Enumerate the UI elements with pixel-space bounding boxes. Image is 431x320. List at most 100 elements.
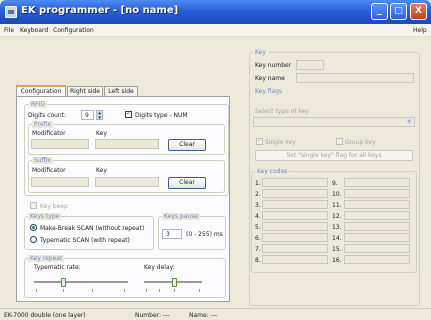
keys-pause-range: (0 - 255) ms (186, 231, 223, 238)
prefix-key-label: Key (96, 130, 107, 137)
suffix-modificator-label: Modificator (32, 167, 66, 174)
slider-tick (159, 289, 160, 292)
slider-tick (174, 289, 175, 292)
key-name-input[interactable] (296, 73, 414, 83)
set-single-key-flag-button[interactable]: Set "single key" flag for all keys (255, 150, 413, 161)
key-code-field[interactable] (344, 244, 410, 253)
key-code-field[interactable] (262, 200, 328, 209)
key-code-label: 8. (255, 257, 261, 264)
key-code-field[interactable] (344, 211, 410, 220)
typematic-rate-slider-thumb[interactable] (61, 278, 66, 287)
make-break-radio[interactable] (30, 224, 37, 231)
slider-tick (63, 289, 64, 292)
key-number-input[interactable] (296, 60, 324, 70)
key-number-label: Key number (255, 62, 292, 69)
key-delay-slider-thumb[interactable] (172, 278, 177, 287)
chevron-down-icon: ▼ (405, 119, 413, 125)
keys-type-group (24, 216, 154, 250)
key-code-label: 2. (255, 191, 261, 198)
key-code-field[interactable] (344, 233, 410, 242)
slider-tick (36, 289, 37, 292)
key-code-field[interactable] (344, 178, 410, 187)
keys-pause-input[interactable]: 3 (162, 229, 182, 239)
single-key-label: Single key (265, 139, 296, 146)
digits-count-input[interactable]: 9 (81, 110, 94, 120)
key-codes-legend: Key codes (255, 168, 290, 175)
title-bar[interactable]: EK programmer - [no name] _ □ X (0, 0, 431, 24)
key-code-field[interactable] (344, 189, 410, 198)
slider-tick (124, 289, 125, 292)
key-code-field[interactable] (344, 200, 410, 209)
close-button[interactable]: X (410, 3, 427, 20)
key-legend: Key (253, 49, 268, 56)
prefix-clear-button[interactable]: Clear (168, 139, 206, 151)
select-type-label: Select type of key (255, 108, 309, 115)
radio-selected-dot (32, 226, 35, 229)
menu-keyboard[interactable]: Keyboard (20, 27, 48, 34)
suffix-legend: Suffix (32, 157, 53, 164)
key-flags-label: Key flags (255, 88, 283, 95)
keys-type-legend: Keys type (28, 213, 62, 220)
group-key-checkbox[interactable] (336, 138, 343, 145)
suffix-modificator-input[interactable] (31, 177, 89, 187)
status-name: Name: --- (189, 312, 218, 319)
digits-type-label: Digits type - NUM (135, 112, 188, 119)
key-code-label: 7. (255, 246, 261, 253)
suffix-key-input[interactable] (95, 177, 159, 187)
status-device: EK-7000 double (one layer) (4, 312, 86, 319)
key-code-label: 11. (332, 202, 342, 209)
prefix-key-input[interactable] (95, 139, 159, 149)
key-code-field[interactable] (262, 211, 328, 220)
prefix-modificator-input[interactable] (31, 139, 89, 149)
key-code-label: 10. (332, 191, 342, 198)
key-code-field[interactable] (262, 222, 328, 231)
check-mark-icon: ✓ (257, 136, 263, 144)
typematic-label: Typematic SCAN (with repeat) (40, 237, 130, 244)
single-key-checkbox[interactable]: ✓ (256, 136, 263, 145)
key-code-label: 12. (332, 213, 342, 220)
key-code-field[interactable] (262, 178, 328, 187)
keys-pause-value: 3 (166, 231, 170, 238)
suffix-clear-button[interactable]: Clear (168, 177, 206, 189)
spin-down-icon: ▼ (98, 115, 102, 120)
menu-file[interactable]: File (4, 27, 14, 34)
typematic-radio[interactable] (30, 236, 37, 243)
app-window: EK programmer - [no name] _ □ X File Key… (0, 0, 431, 320)
digits-count-value: 9 (85, 112, 89, 119)
menu-configuration[interactable]: Configuration (53, 27, 94, 34)
key-code-label: 5. (255, 224, 261, 231)
keys-pause-legend: Keys pause (162, 213, 201, 220)
key-code-field[interactable] (344, 255, 410, 264)
maximize-button[interactable]: □ (390, 3, 407, 20)
status-bar: EK-7000 double (one layer) Number: --- N… (0, 308, 431, 320)
key-code-field[interactable] (344, 222, 410, 231)
key-beep-checkbox[interactable] (30, 202, 37, 209)
digits-count-spinner[interactable]: ▲ ▼ (96, 110, 103, 120)
key-code-field[interactable] (262, 244, 328, 253)
slider-tick (92, 289, 93, 292)
key-code-label: 14. (332, 235, 342, 242)
prefix-legend: Prefix (32, 121, 53, 128)
key-repeat-legend: Key repeat (28, 255, 65, 262)
key-code-field[interactable] (262, 233, 328, 242)
key-code-label: 15. (332, 246, 342, 253)
key-code-field[interactable] (262, 255, 328, 264)
prefix-modificator-label: Modificator (32, 130, 66, 137)
window-title: EK programmer - [no name] (21, 5, 179, 16)
menu-help[interactable]: Help (413, 27, 427, 34)
rfid-legend: RFID (29, 101, 48, 108)
key-type-select[interactable]: ▼ (253, 117, 415, 127)
slider-tick (146, 289, 147, 292)
key-code-label: 6. (255, 235, 261, 242)
digits-type-checkbox[interactable]: ✓ (125, 109, 132, 118)
key-name-label: Key name (255, 75, 285, 82)
make-break-label: Make-Break SCAN (without repeat) (40, 225, 145, 232)
typematic-rate-slider-track[interactable] (34, 281, 128, 283)
suffix-key-label: Key (96, 167, 107, 174)
key-code-field[interactable] (262, 189, 328, 198)
key-code-label: 3. (255, 202, 261, 209)
status-number: Number: --- (135, 312, 170, 319)
key-code-label: 4. (255, 213, 261, 220)
minimize-button[interactable]: _ (371, 3, 388, 20)
menu-bar: File Keyboard Configuration Help (0, 24, 431, 37)
